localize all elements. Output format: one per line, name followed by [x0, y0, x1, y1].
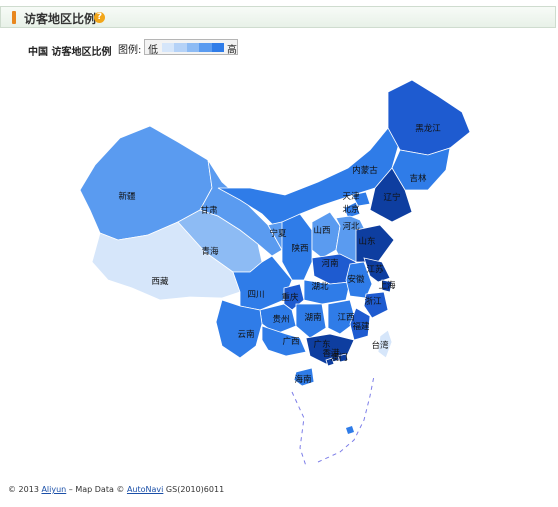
province-label: 河北	[342, 221, 360, 232]
province-label: 海南	[294, 374, 311, 385]
province-label: 西藏	[151, 276, 169, 287]
province-label: 上海	[378, 280, 396, 291]
nine-dash-line	[291, 375, 375, 467]
province-label: 安徽	[347, 274, 365, 285]
province-label: 广西	[282, 336, 299, 347]
province-label: 北京	[342, 204, 359, 215]
autonavi-link[interactable]: AutoNavi	[127, 485, 163, 494]
map-attribution: © 2013 Aliyun – Map Data © AutoNavi GS(2…	[8, 485, 224, 494]
attribution-middle: – Map Data ©	[66, 485, 127, 494]
province-label: 云南	[237, 329, 254, 340]
province-label: 甘肃	[200, 205, 218, 216]
province-label: 吉林	[409, 173, 427, 184]
province-region[interactable]	[215, 299, 263, 359]
province-label: 辽宁	[383, 192, 400, 203]
province-label: 内蒙古	[352, 165, 378, 176]
province-label: 青海	[201, 246, 219, 257]
province-label: 山西	[313, 225, 330, 236]
aliyun-link[interactable]: Aliyun	[41, 485, 66, 494]
province-label: 湖北	[311, 282, 329, 292]
province-label: 贵州	[272, 314, 289, 325]
province-label: 江苏	[366, 264, 384, 275]
province-label: 陕西	[291, 243, 308, 254]
province-region[interactable]	[387, 79, 471, 156]
attribution-prefix: © 2013	[8, 485, 42, 494]
province-label: 山东	[358, 236, 375, 247]
province-label: 新疆	[118, 191, 136, 202]
china-map: 新疆西藏 青海 甘肃 内蒙古 黑龙江吉林辽宁宁夏陕西山西 北京 天津河北山东河南四川 重庆 湖北…	[79, 79, 471, 467]
island-marker	[346, 426, 354, 434]
province-label: 四川	[247, 290, 264, 300]
province-label: 台湾	[371, 340, 389, 351]
attribution-suffix: GS(2010)6011	[163, 485, 225, 494]
province-label: 福建	[352, 321, 370, 332]
province-label: 宁夏	[269, 228, 287, 239]
province-label: 澳门	[330, 352, 347, 363]
province-label: 天津	[342, 191, 360, 202]
province-label: 浙江	[364, 296, 382, 307]
province-label: 黑龙江	[415, 123, 441, 134]
province-label: 湖南	[304, 312, 321, 323]
province-label: 重庆	[281, 292, 299, 303]
province-label: 河南	[321, 258, 338, 269]
